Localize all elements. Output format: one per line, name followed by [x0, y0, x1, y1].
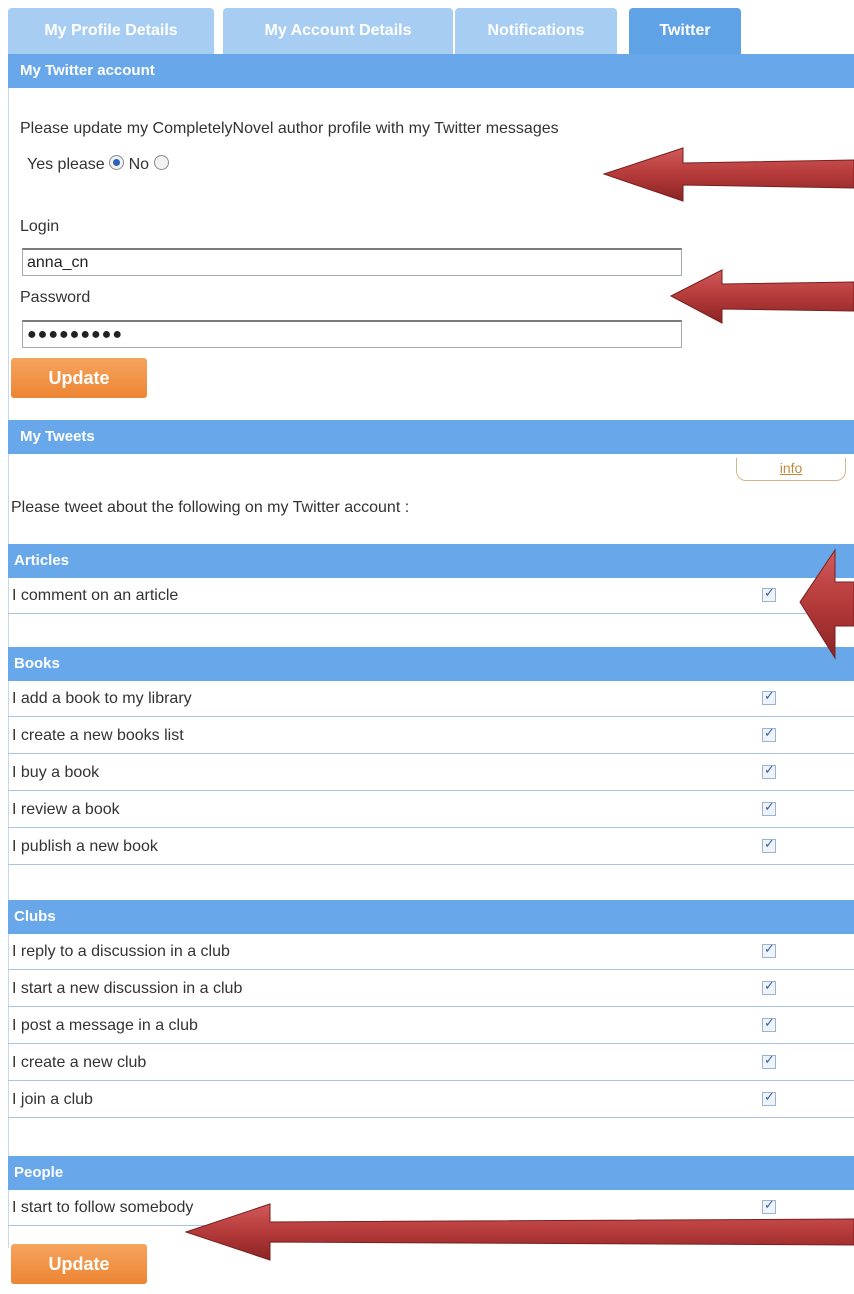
arrow-left-icon [602, 147, 854, 202]
annotation-arrows [184, 147, 854, 1261]
arrow-left-icon [669, 269, 854, 324]
arrow-left-icon [799, 548, 854, 660]
arrow-left-icon [184, 1203, 854, 1261]
